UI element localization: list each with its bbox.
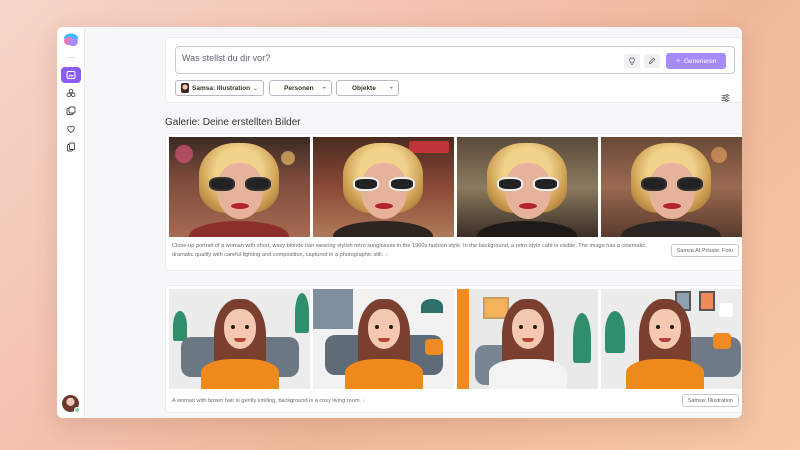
gallery-card-photo: Close-up portrait of a woman with short,…: [165, 133, 742, 271]
people-icon: [66, 88, 76, 98]
image-gen-icon: [66, 71, 76, 79]
image-description: A woman with brown hair is gently smilin…: [172, 397, 652, 406]
generated-image-photo-1[interactable]: [169, 137, 310, 237]
heart-icon: [67, 125, 75, 134]
main-content: ✧ Generieren Samsa: Illustration ⌄ Perso…: [85, 27, 742, 418]
idea-button[interactable]: [624, 54, 640, 68]
style-thumbnail: [181, 83, 189, 93]
generated-image-illustration-2[interactable]: [313, 289, 454, 389]
prompt-input[interactable]: [182, 53, 622, 63]
sliders-icon[interactable]: [721, 94, 730, 102]
chevron-down-icon: ⌄: [252, 85, 258, 92]
pencil-icon: [649, 57, 656, 64]
generated-image-illustration-1[interactable]: [169, 289, 310, 389]
generate-button[interactable]: ✧ Generieren: [666, 53, 726, 69]
image-description: Close-up portrait of a woman with short,…: [172, 242, 652, 259]
sidebar-item-gallery[interactable]: [61, 103, 81, 119]
gallery-icon: [66, 106, 76, 115]
generated-image-photo-3[interactable]: [457, 137, 598, 237]
image-row: [169, 137, 742, 237]
image-description-text: Close-up portrait of a woman with short,…: [172, 243, 647, 258]
image-description-text: A woman with brown hair is gently smilin…: [172, 398, 362, 404]
image-row: [169, 289, 742, 389]
generate-button-label: Generieren: [683, 57, 717, 65]
user-avatar[interactable]: [62, 395, 80, 413]
generated-image-photo-2[interactable]: [313, 137, 454, 237]
prompt-card: ✧ Generieren Samsa: Illustration ⌄ Perso…: [165, 37, 742, 103]
style-tag[interactable]: Samsa: Illustration: [681, 394, 739, 407]
sparkle-icon: ✧: [675, 58, 681, 65]
style-select-label: Samsa: Illustration: [192, 84, 251, 92]
objects-button[interactable]: Objekte +: [336, 80, 399, 96]
style-select[interactable]: Samsa: Illustration ⌄: [175, 80, 264, 96]
sidebar: [57, 27, 85, 418]
expand-description-icon[interactable]: ↓: [363, 398, 366, 404]
sidebar-item-copies[interactable]: [61, 139, 81, 155]
plus-icon: +: [389, 84, 393, 92]
sidebar-item-image-generation[interactable]: [61, 67, 81, 83]
generated-image-illustration-3[interactable]: [457, 289, 598, 389]
copy-icon: [67, 142, 75, 152]
online-status-dot: [74, 407, 80, 413]
persons-label: Personen: [284, 84, 314, 92]
sidebar-divider: [67, 57, 75, 58]
generated-image-photo-4[interactable]: [601, 137, 742, 237]
lightbulb-icon: [629, 57, 635, 65]
gallery-title: Galerie: Deine erstellten Bilder: [165, 117, 301, 128]
prompt-input-box[interactable]: ✧ Generieren: [175, 46, 735, 74]
samsa-logo-icon[interactable]: [63, 33, 79, 47]
app-window: ✧ Generieren Samsa: Illustration ⌄ Perso…: [57, 27, 742, 418]
plus-icon: +: [322, 84, 326, 92]
sidebar-item-people[interactable]: [61, 85, 81, 101]
sidebar-item-favorites[interactable]: [61, 121, 81, 137]
edit-button[interactable]: [644, 54, 660, 68]
expand-description-icon[interactable]: ↓: [385, 252, 388, 258]
gallery-card-illustration: A woman with brown hair is gently smilin…: [165, 285, 742, 413]
persons-button[interactable]: Personen +: [269, 80, 332, 96]
style-tag[interactable]: Samsa AI Private: Foto: [670, 244, 739, 257]
more-options-icon[interactable]: [719, 303, 733, 317]
generated-image-illustration-4[interactable]: [601, 289, 742, 389]
objects-label: Objekte: [352, 84, 376, 92]
